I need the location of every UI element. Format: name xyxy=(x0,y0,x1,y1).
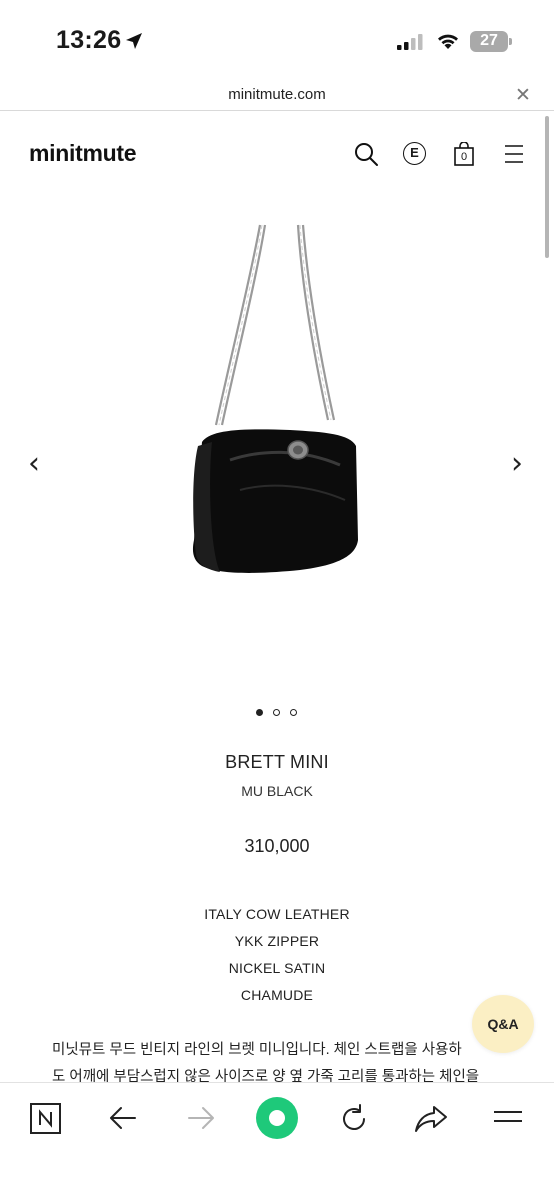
n-letter-icon xyxy=(39,1109,52,1128)
search-icon[interactable] xyxy=(353,141,379,167)
currency-label: E xyxy=(410,145,419,160)
carousel-dot-1[interactable] xyxy=(256,709,263,716)
battery-level: 27 xyxy=(480,32,498,49)
spec-hardware: NICKEL SATIN xyxy=(228,960,326,976)
cart-icon[interactable]: 0 xyxy=(454,142,474,166)
description-line-1: 미닛뮤트 무드 빈티지 라인의 브렛 미니입니다. 체인 스트랩을 사용하 xyxy=(52,1042,462,1058)
battery-indicator: 27 xyxy=(470,31,508,52)
scrollbar[interactable] xyxy=(545,116,549,258)
forward-icon[interactable] xyxy=(186,1103,216,1133)
menu-icon[interactable] xyxy=(503,141,529,167)
back-icon[interactable] xyxy=(108,1103,138,1133)
divider xyxy=(0,110,554,111)
next-image-button[interactable]: › xyxy=(511,446,523,481)
status-time: 13:26 xyxy=(56,26,122,54)
qna-button[interactable]: Q&A xyxy=(472,995,534,1053)
currency-icon[interactable]: E xyxy=(403,142,426,165)
carousel-dot-3[interactable] xyxy=(290,709,297,716)
green-dot-icon[interactable] xyxy=(256,1097,298,1139)
product-price: 310,000 xyxy=(244,836,310,856)
menu-icon[interactable] xyxy=(492,1103,524,1133)
location-arrow-icon xyxy=(126,33,142,49)
cellular-signal-icon xyxy=(397,34,423,50)
share-icon[interactable] xyxy=(414,1103,448,1135)
site-logo[interactable]: minitmute xyxy=(29,140,137,167)
close-icon[interactable]: ✕ xyxy=(515,84,531,107)
spec-zipper: YKK ZIPPER xyxy=(234,933,320,949)
product-name: BRETT MINI xyxy=(225,752,329,772)
battery-cap xyxy=(509,38,512,45)
spec-lining: CHAMUDE xyxy=(240,987,314,1003)
cart-count: 0 xyxy=(460,151,468,163)
naver-home-icon[interactable] xyxy=(30,1103,61,1134)
browser-toolbar xyxy=(0,1082,554,1201)
product-image[interactable] xyxy=(180,220,380,580)
reload-icon[interactable] xyxy=(338,1103,370,1135)
carousel-dot-2[interactable] xyxy=(273,709,280,716)
green-dot-center xyxy=(269,1110,285,1126)
product-color: MU BLACK xyxy=(241,783,313,799)
wifi-icon xyxy=(438,34,458,49)
url-bar[interactable]: minitmute.com xyxy=(0,86,554,103)
spec-material: ITALY COW LEATHER xyxy=(204,906,350,922)
prev-image-button[interactable]: ‹ xyxy=(28,446,40,481)
